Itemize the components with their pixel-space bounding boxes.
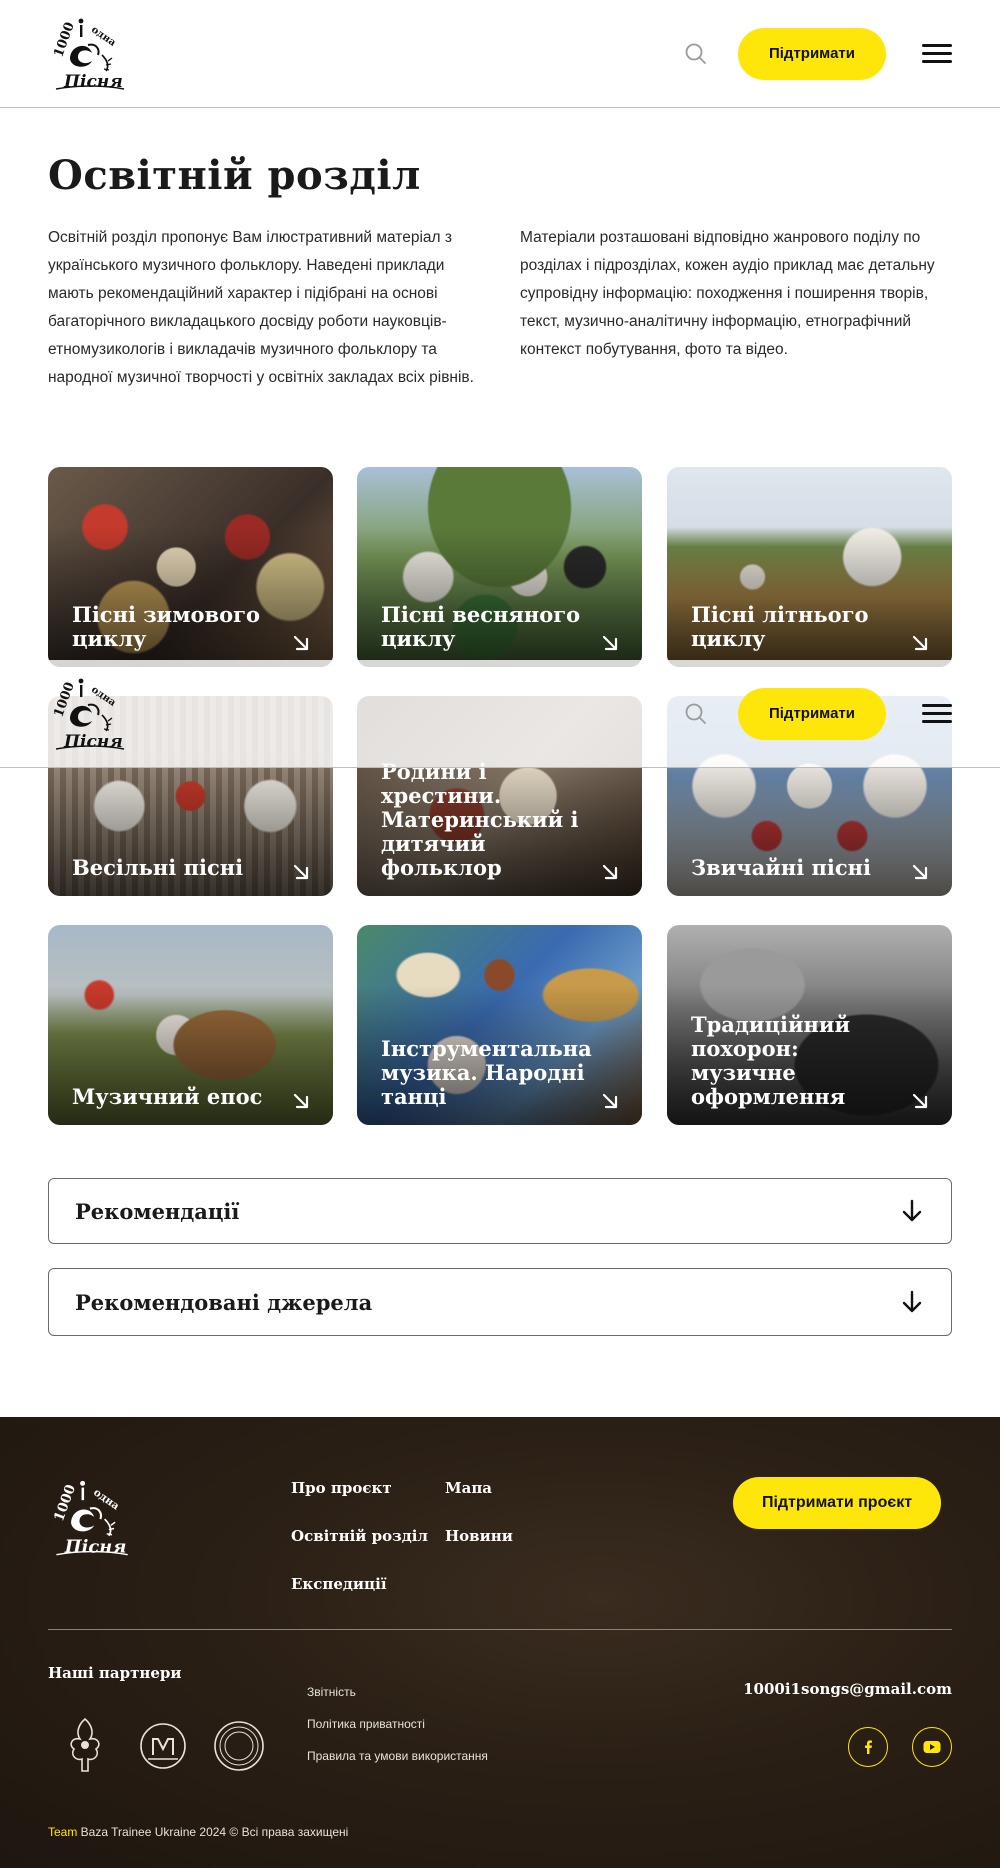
arrow-down-right-icon	[600, 633, 620, 653]
facebook-icon[interactable]	[848, 1727, 888, 1767]
footer-link-terms[interactable]: Правила та умови використання	[307, 1749, 488, 1763]
arrow-down-right-icon	[291, 633, 311, 653]
hamburger-menu-icon[interactable]	[922, 40, 952, 68]
footer-link-privacy[interactable]: Політика приватності	[307, 1717, 425, 1731]
partners-title: Наші партнери	[48, 1664, 182, 1682]
card-title: Родини і хрестини. Материнський і дитячи…	[381, 759, 579, 880]
card-title: Звичайні пісні	[691, 855, 872, 880]
footer-nav-expeditions[interactable]: Експедиції	[291, 1575, 387, 1593]
copyright-text: Baza Trainee Ukraine 2024 © Всі права за…	[77, 1825, 349, 1839]
footer-email[interactable]: 1000i1songs@gmail.com	[743, 1680, 952, 1698]
site-logo[interactable]	[48, 675, 130, 753]
partner-logo-3[interactable]	[212, 1715, 266, 1777]
support-button[interactable]: Підтримати	[738, 687, 886, 740]
card-title: Пісні весняного циклу	[381, 602, 581, 651]
copyright-team: Team	[48, 1825, 78, 1839]
footer-nav-news[interactable]: Новини	[445, 1527, 513, 1545]
card-title: Пісні літнього циклу	[691, 602, 869, 651]
category-card-epic[interactable]: Музичний епос	[48, 925, 333, 1125]
footer-logo[interactable]	[48, 1477, 134, 1559]
arrow-down-right-icon	[910, 1091, 930, 1111]
search-icon[interactable]	[682, 700, 710, 728]
hamburger-menu-icon[interactable]	[922, 700, 952, 728]
category-card-winter[interactable]: Пісні зимового циклу	[48, 467, 333, 667]
footer-nav-about[interactable]: Про проєкт	[291, 1479, 392, 1497]
accordion-title: Рекомендовані джерела	[75, 1289, 373, 1315]
category-card-instrumental[interactable]: Інструментальна музика. Народні танці	[357, 925, 642, 1125]
arrow-down-right-icon	[291, 862, 311, 882]
header-actions: Підтримати	[682, 687, 952, 740]
arrow-down-right-icon	[291, 1091, 311, 1111]
arrow-down-icon	[902, 1199, 922, 1222]
accordion-title: Рекомендації	[75, 1198, 240, 1224]
arrow-down-right-icon	[600, 1091, 620, 1111]
category-card-summer[interactable]: Пісні літнього циклу	[667, 467, 952, 667]
sticky-header: Підтримати	[0, 660, 1000, 768]
arrow-down-right-icon	[910, 862, 930, 882]
arrow-down-right-icon	[910, 633, 930, 653]
search-icon[interactable]	[682, 40, 710, 68]
footer-nav-map[interactable]: Мапа	[445, 1479, 492, 1497]
footer-nav-education[interactable]: Освітній розділ	[291, 1527, 428, 1545]
support-button[interactable]: Підтримати	[738, 27, 886, 80]
page-title: Освітній розділ	[48, 152, 421, 199]
intro-text-right: Матеріали розташовані відповідно жанрово…	[520, 229, 935, 358]
header-actions: Підтримати	[682, 27, 952, 80]
intro-text-left: Освітній розділ пропонує Вам ілюстративн…	[48, 229, 474, 386]
category-card-spring[interactable]: Пісні весняного циклу	[357, 467, 642, 667]
partner-logo-2[interactable]	[136, 1715, 190, 1777]
category-card-funeral[interactable]: Традиційний похорон: музичне оформлення	[667, 925, 952, 1125]
arrow-down-icon	[902, 1290, 922, 1313]
card-title: Пісні зимового циклу	[72, 602, 260, 651]
site-footer: Про проєкт Мапа Освітній розділ Новини Е…	[0, 1417, 1000, 1868]
youtube-icon[interactable]	[912, 1727, 952, 1767]
site-header: Підтримати	[0, 0, 1000, 108]
accordion-recommendations[interactable]: Рекомендації	[48, 1178, 952, 1244]
accordion-sources[interactable]: Рекомендовані джерела	[48, 1268, 952, 1336]
copyright: Team Baza Trainee Ukraine 2024 © Всі пра…	[48, 1825, 348, 1839]
arrow-down-right-icon	[600, 862, 620, 882]
card-title: Традиційний похорон: музичне оформлення	[691, 1012, 851, 1109]
card-title: Музичний епос	[72, 1084, 263, 1109]
partner-logo-1[interactable]	[58, 1715, 112, 1777]
footer-support-button[interactable]: Підтримати проєкт	[733, 1477, 941, 1529]
card-title: Інструментальна музика. Народні танці	[381, 1036, 592, 1109]
footer-divider	[48, 1629, 952, 1630]
site-logo[interactable]	[48, 15, 130, 93]
card-title: Весільні пісні	[72, 855, 244, 880]
footer-link-reports[interactable]: Звітність	[307, 1685, 356, 1699]
